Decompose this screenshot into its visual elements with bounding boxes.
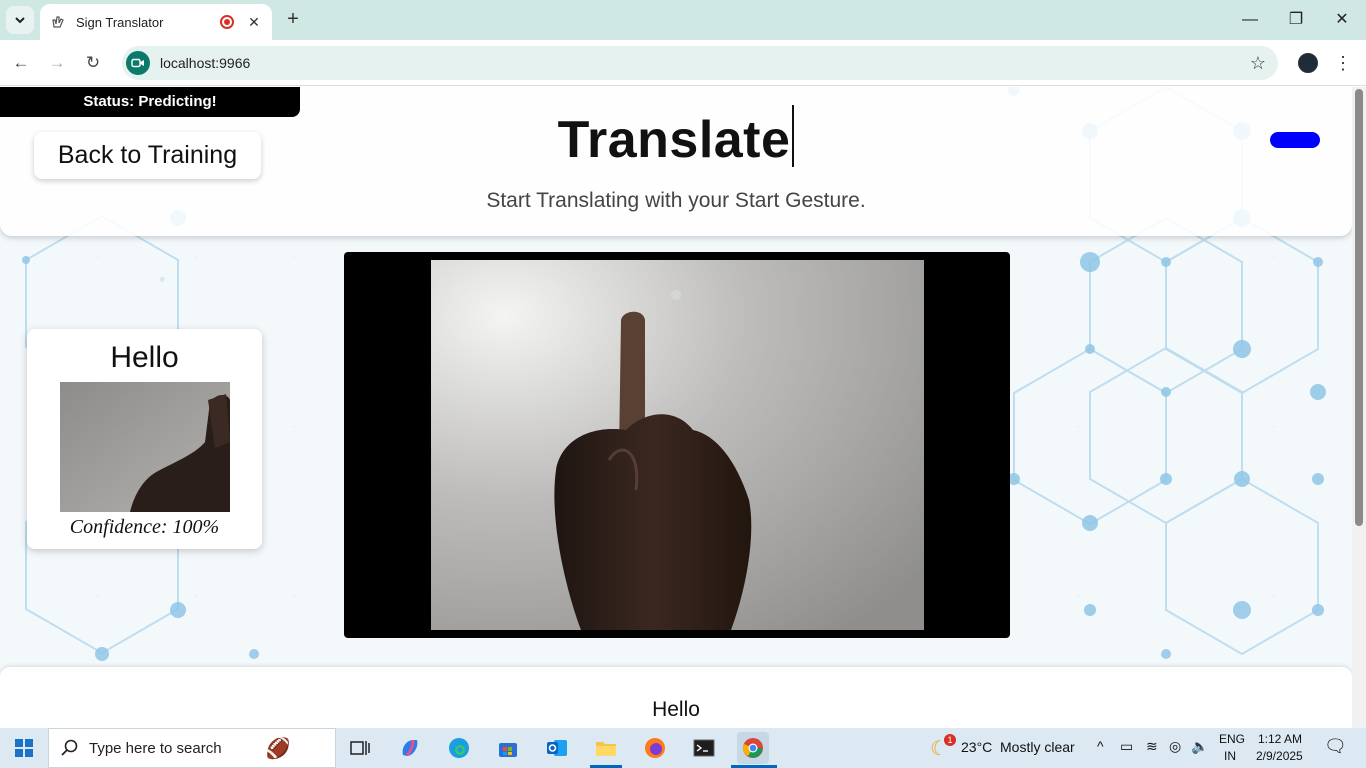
language-line2[interactable]: IN bbox=[1224, 749, 1236, 763]
windows-logo-icon bbox=[15, 739, 33, 757]
reload-icon[interactable]: ↻ bbox=[80, 50, 106, 76]
tab-title: Sign Translator bbox=[76, 14, 164, 30]
url-text[interactable]: localhost:9966 bbox=[160, 55, 1250, 71]
copilot-icon[interactable] bbox=[394, 732, 426, 764]
profile-avatar[interactable] bbox=[1298, 53, 1318, 73]
chevron-up-icon[interactable]: ^ bbox=[1097, 738, 1104, 754]
edge-icon[interactable] bbox=[443, 732, 475, 764]
new-tab-button[interactable]: + bbox=[282, 8, 304, 30]
minimize-icon[interactable]: — bbox=[1236, 6, 1264, 34]
page-viewport: Back to Training Translate Start Transla… bbox=[0, 87, 1352, 728]
wifi-icon[interactable]: ≋ bbox=[1146, 738, 1158, 755]
browser-toolbar: ← → ↻ localhost:9966 ☆ ⋮ bbox=[0, 40, 1366, 86]
tab-search-button[interactable] bbox=[6, 6, 34, 34]
page-title[interactable]: Translate bbox=[460, 105, 892, 170]
task-view-icon[interactable] bbox=[344, 732, 376, 764]
outlook-icon[interactable] bbox=[541, 732, 573, 764]
taskbar-search-placeholder: Type here to search bbox=[89, 739, 222, 757]
window-close-icon[interactable]: ✕ bbox=[1328, 6, 1356, 34]
notifications-icon[interactable]: 🗨 bbox=[1324, 736, 1347, 757]
blue-pill-button[interactable] bbox=[1270, 132, 1320, 148]
camera-in-use-icon[interactable] bbox=[126, 51, 150, 75]
weather-description: Mostly clear bbox=[1000, 739, 1075, 755]
translation-output-panel: Hello bbox=[0, 667, 1352, 728]
webcam-frame bbox=[344, 252, 1010, 638]
page-scrollbar[interactable] bbox=[1352, 87, 1366, 728]
start-button[interactable] bbox=[0, 728, 48, 768]
camera-privacy-icon[interactable]: ◎ bbox=[1169, 738, 1181, 755]
microsoft-store-icon[interactable] bbox=[492, 732, 524, 764]
clock-date[interactable]: 2/9/2025 bbox=[1256, 749, 1303, 763]
battery-icon[interactable]: ▭ bbox=[1120, 738, 1133, 755]
browser-tabstrip: Sign Translator ✕ + — ❐ ✕ bbox=[0, 0, 1366, 40]
prediction-snapshot-image bbox=[60, 382, 230, 512]
weather-widget[interactable]: ☾ 1 23°C Mostly clear bbox=[926, 728, 1076, 768]
translation-output-text: Hello bbox=[652, 698, 700, 721]
scrollbar-thumb[interactable] bbox=[1355, 89, 1363, 526]
taskbar: Type here to search 🏈 ☾ 1 23°C Mostly cl… bbox=[0, 728, 1366, 768]
chevron-down-icon bbox=[15, 17, 25, 24]
terminal-icon[interactable] bbox=[688, 732, 720, 764]
clock-time[interactable]: 1:12 AM bbox=[1258, 732, 1302, 746]
restore-icon[interactable]: ❐ bbox=[1282, 6, 1310, 34]
prediction-card: Hello Confidence: 100% bbox=[27, 329, 262, 549]
tab-sign-translator[interactable]: Sign Translator ✕ bbox=[40, 4, 272, 40]
volume-icon[interactable]: 🔈 bbox=[1191, 738, 1208, 755]
firefox-icon[interactable] bbox=[639, 732, 671, 764]
recording-indicator-icon bbox=[220, 15, 234, 29]
file-explorer-icon[interactable] bbox=[590, 732, 622, 764]
back-to-training-button[interactable]: Back to Training bbox=[34, 132, 261, 179]
hand-sign-favicon-icon bbox=[50, 14, 66, 30]
bookmark-star-icon[interactable]: ☆ bbox=[1250, 53, 1266, 74]
weather-temperature: 23°C bbox=[961, 739, 993, 755]
chrome-icon[interactable] bbox=[737, 732, 769, 764]
status-badge: Status: Predicting! bbox=[0, 87, 300, 117]
back-arrow-icon[interactable]: ← bbox=[8, 50, 34, 76]
address-bar[interactable]: localhost:9966 ☆ bbox=[122, 46, 1278, 80]
taskbar-search-box[interactable]: Type here to search 🏈 bbox=[48, 728, 336, 768]
webcam-video bbox=[431, 260, 924, 630]
text-caret bbox=[792, 105, 795, 167]
page-subtitle: Start Translating with your Start Gestur… bbox=[486, 189, 866, 212]
language-line1[interactable]: ENG bbox=[1219, 732, 1245, 746]
more-menu-icon[interactable]: ⋮ bbox=[1334, 50, 1352, 76]
forward-arrow-icon[interactable]: → bbox=[44, 50, 70, 76]
tab-close-icon[interactable]: ✕ bbox=[246, 14, 262, 31]
sports-highlight-icon: 🏈 bbox=[265, 737, 291, 760]
predicted-word: Hello bbox=[110, 341, 179, 374]
confidence-text: Confidence: 100% bbox=[69, 516, 220, 538]
search-icon bbox=[61, 739, 78, 756]
page-title-text: Translate bbox=[557, 111, 791, 169]
weather-badge: 1 bbox=[944, 734, 956, 746]
